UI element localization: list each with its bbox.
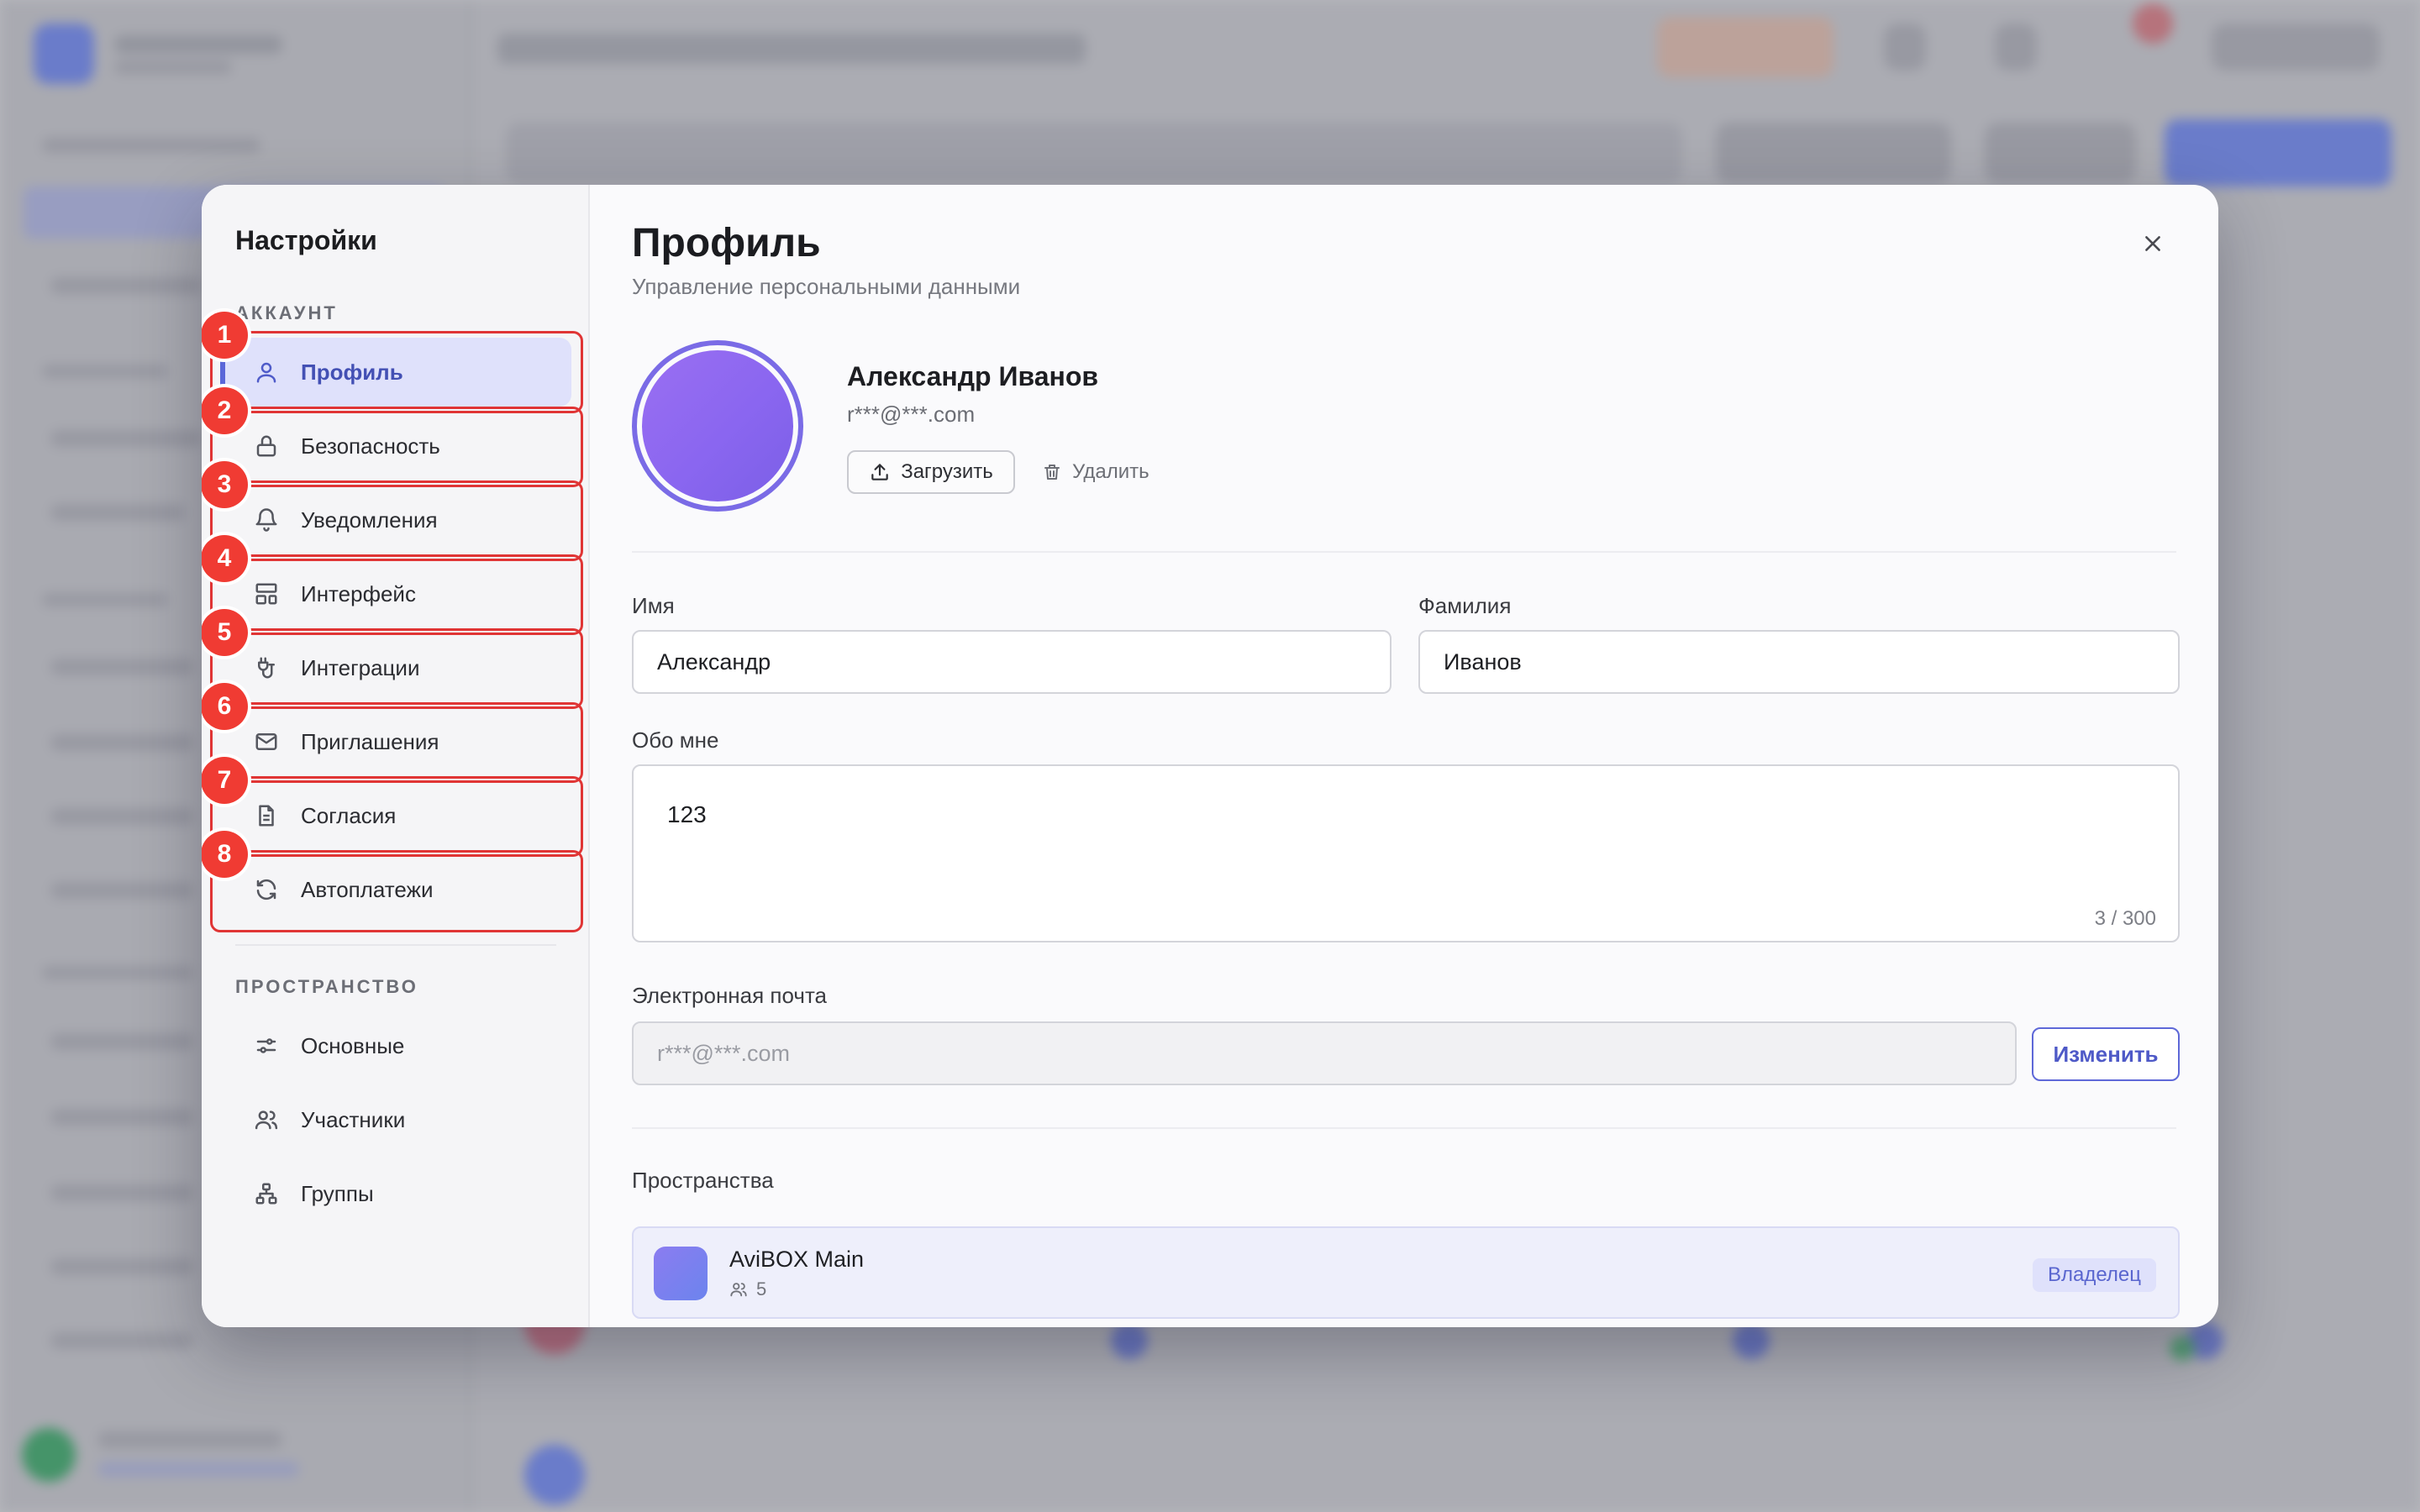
email-label: Электронная почта (632, 983, 828, 1008)
upload-icon (871, 464, 888, 480)
spaces-label: Пространства (632, 1168, 774, 1193)
layout-icon (252, 580, 281, 608)
nav-item-general[interactable]: Основные (220, 1011, 571, 1080)
first-name-field[interactable]: Александр (632, 630, 1392, 694)
space-section-label: ПРОСТРАНСТВО (235, 976, 418, 997)
nav-item-label: Профиль (301, 359, 403, 385)
space-card[interactable]: AviBOX Main 5 Владелец (632, 1226, 2180, 1319)
sliders-icon (252, 1032, 281, 1060)
last-name-label: Фамилия (1418, 593, 1512, 618)
email-field: r***@***.com (632, 1021, 2017, 1085)
first-name-label: Имя (632, 593, 675, 618)
divider (632, 1127, 2176, 1129)
page-title: Профиль (632, 221, 821, 265)
avatar-image (642, 350, 793, 501)
nav-item-groups[interactable]: Группы (220, 1159, 571, 1228)
last-name-field[interactable]: Иванов (1418, 630, 2180, 694)
mail-icon (252, 727, 281, 756)
nav-item-label: Приглашения (301, 728, 439, 754)
upload-avatar-button[interactable]: Загрузить (847, 450, 1015, 494)
settings-sidebar: Настройки АККАУНТ Профиль Безопасность У… (202, 185, 590, 1327)
plug-icon (252, 654, 281, 682)
nav-item-integrations[interactable]: Интеграции (220, 633, 571, 702)
space-name: AviBOX Main (729, 1247, 865, 1272)
character-counter: 3 / 300 (2094, 907, 2156, 930)
nav-item-label: Интерфейс (301, 580, 416, 606)
user-email: r***@***.com (847, 402, 976, 427)
nav-item-label: Группы (301, 1180, 374, 1206)
nav-item-label: Основные (301, 1032, 405, 1058)
account-section-label: АККАУНТ (235, 302, 338, 323)
users-icon (252, 1105, 281, 1134)
settings-title: Настройки (235, 225, 377, 255)
about-text: 123 (667, 801, 707, 827)
space-logo (654, 1247, 708, 1300)
delete-avatar-button[interactable]: Удалить (1042, 450, 1150, 494)
nav-item-label: Уведомления (301, 507, 438, 533)
users-icon (730, 1283, 747, 1297)
lock-icon (252, 432, 281, 460)
nav-item-consents[interactable]: Согласия (220, 781, 571, 850)
nav-item-label: Безопасность (301, 433, 440, 459)
change-email-button[interactable]: Изменить (2032, 1027, 2180, 1081)
page-subtitle: Управление персональными данными (632, 274, 1021, 299)
user-icon (252, 358, 281, 386)
nav-item-profile[interactable]: Профиль (220, 338, 571, 407)
refresh-icon (252, 875, 281, 904)
close-icon (2145, 236, 2160, 251)
role-badge: Владелец (2032, 1258, 2156, 1292)
nav-divider (235, 944, 556, 946)
settings-modal: Настройки АККАУНТ Профиль Безопасность У… (202, 185, 2218, 1327)
nav-item-label: Согласия (301, 802, 397, 828)
nav-item-notifications[interactable]: Уведомления (220, 486, 571, 554)
about-label: Обо мне (632, 727, 719, 753)
trash-icon (1044, 465, 1060, 480)
document-icon (252, 801, 281, 830)
user-name: Александр Иванов (847, 361, 1099, 391)
avatar[interactable] (632, 340, 803, 512)
nav-item-label: Интеграции (301, 654, 420, 680)
close-button[interactable] (2134, 225, 2171, 262)
nav-item-autopayments[interactable]: Автоплатежи (220, 855, 571, 924)
space-member-count: 5 (756, 1278, 767, 1299)
nav-item-security[interactable]: Безопасность (220, 412, 571, 480)
bell-icon (252, 506, 281, 534)
nav-item-members[interactable]: Участники (220, 1085, 571, 1154)
nav-item-label: Участники (301, 1106, 406, 1132)
about-textarea[interactable]: 123 3 / 300 (632, 764, 2180, 942)
upload-label: Загрузить (901, 460, 993, 483)
nav-item-label: Автоплатежи (301, 876, 434, 902)
nav-item-interface[interactable]: Интерфейс (220, 559, 571, 628)
space-members: 5 (729, 1278, 766, 1300)
nav-item-invitations[interactable]: Приглашения (220, 707, 571, 776)
profile-panel: Профиль Управление персональными данными… (590, 185, 2218, 1327)
divider (632, 551, 2176, 553)
delete-label: Удалить (1072, 460, 1150, 483)
hierarchy-icon (252, 1179, 281, 1208)
